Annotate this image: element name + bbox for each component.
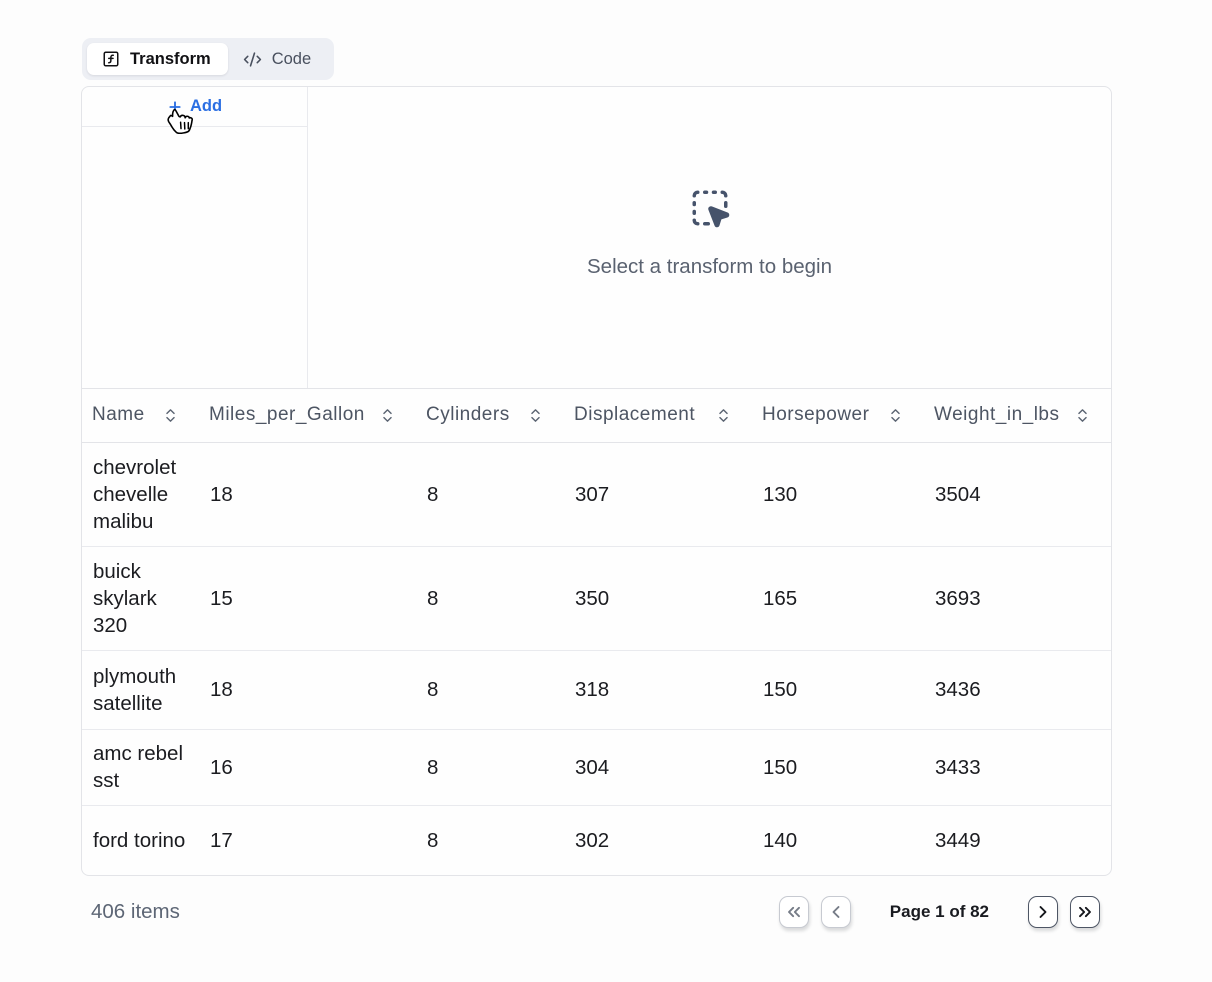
table-row[interactable]: amc rebel sst 16 8 304 150 3433 — [82, 729, 1111, 805]
cell-weight-in-lbs: 3449 — [924, 805, 1111, 875]
column-label: Horsepower — [762, 404, 869, 426]
cell-cylinders: 8 — [416, 546, 564, 650]
column-header-displacement[interactable]: Displacement — [564, 389, 752, 442]
pagination: Page 1 of 82 — [779, 896, 1100, 928]
tab-transform[interactable]: Transform — [87, 43, 228, 75]
cell-name: amc rebel sst — [82, 729, 199, 805]
cell-miles-per-gallon: 17 — [199, 805, 416, 875]
tab-code-label: Code — [272, 50, 311, 69]
cell-horsepower: 140 — [752, 805, 924, 875]
tab-code[interactable]: Code — [228, 43, 329, 75]
sort-icon[interactable] — [715, 407, 732, 424]
column-header-cylinders[interactable]: Cylinders — [416, 389, 564, 442]
cell-miles-per-gallon: 18 — [199, 650, 416, 729]
add-transform-row: Add — [82, 87, 307, 127]
function-square-icon — [102, 50, 120, 68]
table-row[interactable]: plymouth satellite 18 8 318 150 3436 — [82, 650, 1111, 729]
cell-weight-in-lbs: 3693 — [924, 546, 1111, 650]
cell-horsepower: 165 — [752, 546, 924, 650]
first-page-button[interactable] — [779, 896, 809, 928]
transform-section: Add — [82, 87, 1111, 389]
empty-state-content: Select a transform to begin — [587, 187, 832, 279]
table-footer: 406 items Page 1 of 82 — [81, 890, 1112, 934]
add-transform-label: Add — [190, 97, 222, 116]
sort-icon[interactable] — [527, 407, 544, 424]
sort-icon[interactable] — [379, 407, 396, 424]
table-row[interactable]: buick skylark 320 15 8 350 165 3693 — [82, 546, 1111, 650]
cell-name: ford torino — [82, 805, 199, 875]
column-label: Displacement — [574, 404, 695, 426]
cell-horsepower: 150 — [752, 729, 924, 805]
table-wrap: Name Miles_per_Gallon Cylinders Displace… — [82, 389, 1111, 875]
add-transform-button[interactable]: Add — [167, 97, 222, 116]
page-indicator: Page 1 of 82 — [890, 902, 989, 922]
column-label: Cylinders — [426, 404, 510, 426]
transforms-sidebar: Add — [82, 87, 308, 388]
view-mode-tabs: Transform Code — [82, 38, 334, 80]
cell-cylinders: 8 — [416, 729, 564, 805]
cell-displacement: 304 — [564, 729, 752, 805]
cell-weight-in-lbs: 3504 — [924, 442, 1111, 546]
chevron-left-icon — [826, 902, 846, 922]
cell-cylinders: 8 — [416, 442, 564, 546]
code-icon — [243, 50, 262, 69]
column-header-weight-in-lbs[interactable]: Weight_in_lbs — [924, 389, 1111, 442]
column-header-miles-per-gallon[interactable]: Miles_per_Gallon — [199, 389, 416, 442]
chevron-right-icon — [1033, 902, 1053, 922]
cell-displacement: 307 — [564, 442, 752, 546]
cell-miles-per-gallon: 16 — [199, 729, 416, 805]
transforms-list-empty — [82, 127, 307, 388]
items-count: 406 items — [91, 900, 180, 924]
cell-miles-per-gallon: 15 — [199, 546, 416, 650]
empty-state-message: Select a transform to begin — [587, 255, 832, 279]
column-label: Miles_per_Gallon — [209, 404, 365, 426]
table-row[interactable]: ford torino 17 8 302 140 3449 — [82, 805, 1111, 875]
cell-name: chevrolet chevelle malibu — [82, 442, 199, 546]
cell-name: plymouth satellite — [82, 650, 199, 729]
cell-miles-per-gallon: 18 — [199, 442, 416, 546]
sort-icon[interactable] — [162, 407, 179, 424]
transform-empty-state: Select a transform to begin — [308, 87, 1111, 388]
cell-displacement: 302 — [564, 805, 752, 875]
table-row[interactable]: chevrolet chevelle malibu 18 8 307 130 3… — [82, 442, 1111, 546]
last-page-button[interactable] — [1070, 896, 1100, 928]
transform-panel: Add — [81, 86, 1112, 876]
next-page-button[interactable] — [1028, 896, 1058, 928]
table-header-row: Name Miles_per_Gallon Cylinders Displace… — [82, 389, 1111, 442]
column-header-name[interactable]: Name — [82, 389, 199, 442]
cell-horsepower: 130 — [752, 442, 924, 546]
tab-transform-label: Transform — [130, 50, 211, 69]
column-label: Name — [92, 404, 145, 426]
cell-horsepower: 150 — [752, 650, 924, 729]
cell-cylinders: 8 — [416, 805, 564, 875]
cell-cylinders: 8 — [416, 650, 564, 729]
data-table: Name Miles_per_Gallon Cylinders Displace… — [82, 389, 1111, 875]
column-header-horsepower[interactable]: Horsepower — [752, 389, 924, 442]
sort-icon[interactable] — [887, 407, 904, 424]
cell-displacement: 318 — [564, 650, 752, 729]
square-dashed-mouse-pointer-icon — [689, 187, 731, 229]
plus-icon — [167, 99, 183, 115]
cell-weight-in-lbs: 3436 — [924, 650, 1111, 729]
column-label: Weight_in_lbs — [934, 404, 1060, 426]
sort-icon[interactable] — [1074, 407, 1091, 424]
cell-name: buick skylark 320 — [82, 546, 199, 650]
chevrons-left-icon — [784, 902, 804, 922]
previous-page-button[interactable] — [821, 896, 851, 928]
chevrons-right-icon — [1075, 902, 1095, 922]
cell-displacement: 350 — [564, 546, 752, 650]
cell-weight-in-lbs: 3433 — [924, 729, 1111, 805]
